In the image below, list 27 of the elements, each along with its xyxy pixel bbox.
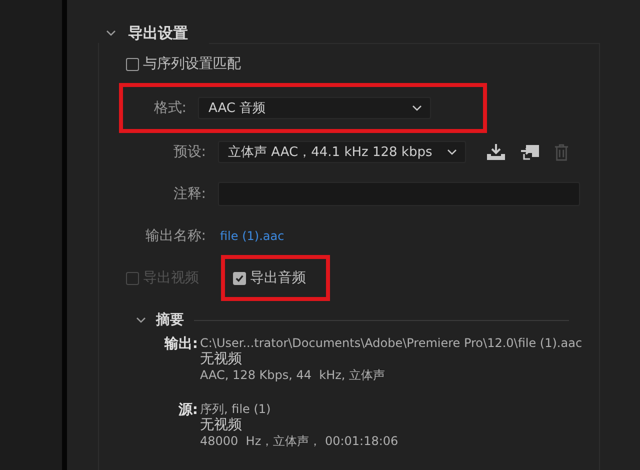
chevron-icon[interactable]	[106, 28, 116, 38]
file-name-link[interactable]: file (1).aac	[218, 229, 284, 243]
summary-text: C:\User...trator\Documents\Adobe\Premiere Pro\12.0\file (1).aac	[200, 335, 582, 351]
field-label: 预设:	[172, 143, 207, 161]
download-icon[interactable]	[486, 143, 506, 161]
checkbox-label: 与序列设置匹配	[143, 55, 241, 73]
checkbox[interactable]	[126, 58, 139, 70]
section-title: 导出设置	[128, 24, 188, 42]
field-label: 注释:	[172, 185, 207, 203]
field-label: 输出名称:	[144, 227, 207, 245]
summary-label: 源:	[177, 401, 198, 420]
preset-dropdown[interactable]: 立体声 AAC，44.1 kHz 128 kbps	[218, 141, 466, 163]
summary-text: 无视频	[200, 417, 243, 433]
summary-title: 摘要	[156, 311, 184, 329]
summary-text: 无视频	[200, 351, 243, 367]
chevron-icon[interactable]	[136, 315, 146, 325]
import-icon[interactable]	[520, 143, 540, 161]
caret-icon	[447, 149, 457, 155]
summary-text: 序列, file (1)	[200, 401, 272, 417]
caret-icon	[412, 105, 422, 111]
summary-label: 输出:	[163, 335, 198, 354]
checkbox-label: 导出音频	[250, 269, 306, 287]
checkbox[interactable]	[233, 272, 246, 284]
field-label: 格式:	[152, 99, 188, 117]
format-dropdown[interactable]: AAC 音频	[198, 97, 431, 119]
summary-text: 48000 Hz，立体声， 00:01:18:06	[200, 433, 398, 449]
summary-text: AAC, 128 Kbps, 44 kHz, 立体声	[200, 367, 386, 383]
